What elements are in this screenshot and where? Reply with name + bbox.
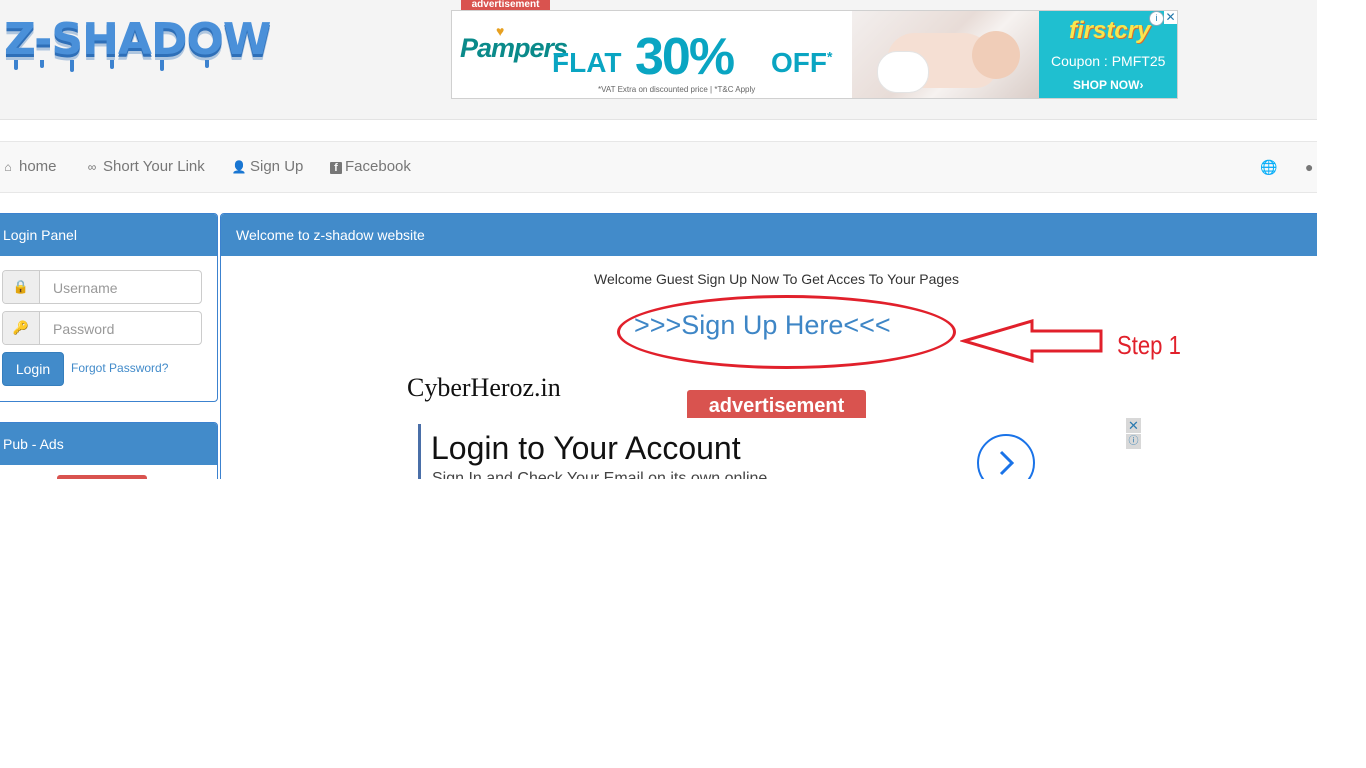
baby-diaper-shape [877,51,929,93]
username-input[interactable] [43,271,210,305]
logo-drip [160,60,164,71]
nav-item-facebook[interactable]: f Facebook [330,142,411,192]
ad-info-icon[interactable]: i [1149,11,1164,26]
ad-off-word: OFF [771,47,827,78]
username-group: 🔒 [2,270,210,305]
advertisement-badge: advertisement [461,0,550,10]
advertisement-badge: advertisement [687,390,866,418]
main-navbar: ⌂ home ∞ Short Your Link 👤 Sign Up f Faceboo… [0,141,1317,193]
ad-discount-percent: 30% [635,28,735,86]
user-lock-icon: 🔒 [3,271,40,303]
site-logo[interactable]: Z-SHADOW [4,14,271,65]
logo-drip [40,60,44,68]
login-panel-title: Login Panel [0,214,217,256]
chevron-line [999,450,1015,476]
ad-off-text: OFF* [771,47,832,79]
shop-now-label: SHOP NOW [1073,78,1140,92]
nav-label-facebook: Facebook [345,158,411,175]
watermark-text: CyberHeroz.in [407,373,561,402]
facebook-icon: f [330,162,342,174]
password-group: 🔑 [2,311,210,346]
ad-flat-text: FLAT [552,47,622,78]
highlight-oval [617,295,956,369]
arrow-shape [960,318,1103,364]
globe-icon[interactable]: 🌐 [1260,159,1277,176]
ad-arrow-button[interactable] [977,434,1035,479]
welcome-message: Welcome Guest Sign Up Now To Get Acces T… [594,271,959,287]
pampers-banner-ad[interactable]: ♥ Pampers FLAT 30% OFF* *VAT Extra on di… [451,10,1178,99]
ad-info-icon[interactable]: ⓘ [1126,434,1141,449]
home-icon: ⌂ [4,160,12,174]
tint-icon[interactable]: ● [1305,159,1313,175]
logo-drip [205,60,209,68]
site-header: Z-SHADOW advertisement ♥ Pampers FLAT 30… [0,0,1317,120]
login-button[interactable]: Login [2,352,64,386]
ad-headline[interactable]: Login to Your Account [431,430,741,467]
ad-asterisk: * [827,48,833,65]
step-1-label: Step 1 [1117,330,1181,360]
browser-viewport: Z-SHADOW advertisement ♥ Pampers FLAT 30… [0,0,1317,479]
nav-item-short-link[interactable]: ∞ Short Your Link [84,142,205,192]
main-panel-title: Welcome to z-shadow website [221,214,1317,256]
nav-label-short-link: Short Your Link [103,158,205,175]
ad-close-icon[interactable]: ✕ [1164,11,1177,24]
user-plus-icon: 👤 [231,160,247,174]
nav-label-sign-up: Sign Up [250,158,304,175]
ad-subtitle: Sign In and Check Your Email on its own … [432,470,768,479]
chevron-right-icon [999,450,1015,476]
coupon-code: Coupon : PMFT25 [1051,53,1166,69]
baby-head-shape [972,31,1020,79]
ad-terms: *VAT Extra on discounted price | *T&C Ap… [598,85,756,94]
chevron-right-icon: › [1139,78,1144,92]
password-input[interactable] [43,312,210,346]
nav-item-sign-up[interactable]: 👤 Sign Up [231,142,304,192]
logo-drip [70,60,74,72]
firstcry-logo: firstcry [1069,17,1151,44]
link-icon: ∞ [87,160,97,174]
key-icon: 🔑 [3,312,40,344]
forgot-password-link[interactable]: Forgot Password? [71,361,168,375]
ad-accent-bar [418,424,421,479]
ad-close-icon[interactable]: ✕ [1126,418,1141,433]
pub-ads-panel: Pub - Ads [0,422,218,479]
nav-label-home: home [19,158,57,175]
shop-now-button[interactable]: SHOP NOW› [1073,78,1143,92]
nav-item-home[interactable]: ⌂ home [0,142,57,192]
logo-drip [110,60,114,69]
baby-photo [852,11,1039,98]
pub-ad-badge [57,475,147,479]
annotation-arrow [960,318,1103,364]
logo-drip [14,60,18,70]
pub-ads-title: Pub - Ads [0,423,217,465]
